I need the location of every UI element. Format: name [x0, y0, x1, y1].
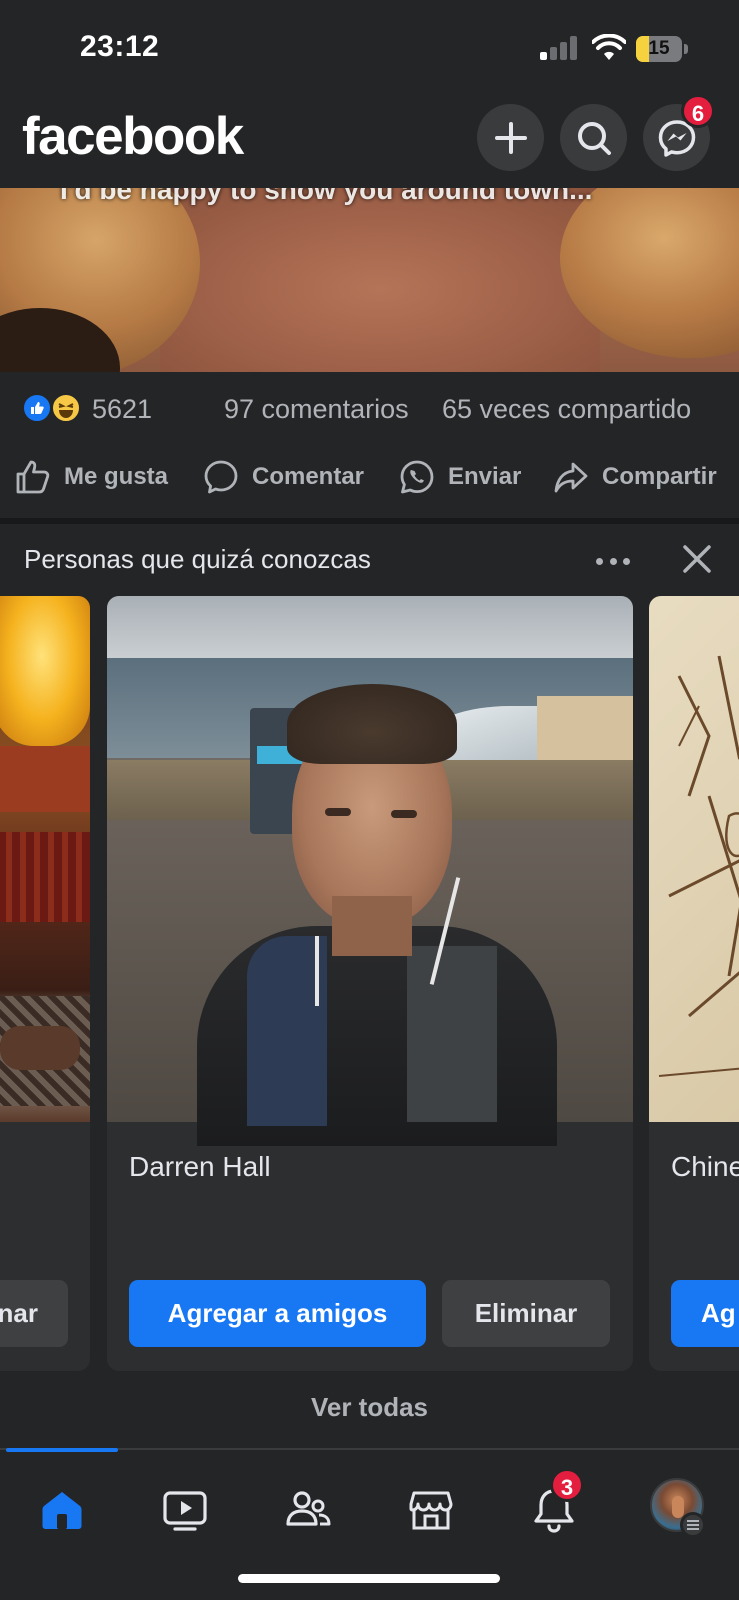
post-actions: Me gusta Comentar Enviar Compartir — [0, 438, 739, 518]
haha-reaction-icon[interactable] — [51, 393, 81, 423]
pymk-card-right[interactable]: Chine Ag — [649, 596, 739, 1371]
send-label: Enviar — [448, 463, 522, 490]
shares-count[interactable]: 65 veces compartido — [442, 394, 691, 425]
search-icon — [577, 121, 611, 155]
home-icon — [42, 1492, 82, 1529]
plus-icon — [494, 121, 527, 154]
feed-divider — [0, 518, 739, 524]
battery-icon: 15 — [636, 36, 688, 62]
add-friend-button-right[interactable]: Ag — [671, 1280, 739, 1347]
create-button[interactable] — [477, 104, 544, 171]
facebook-logo[interactable]: facebook — [22, 106, 244, 167]
battery-level: 15 — [648, 38, 670, 59]
post-image-caption: I'd be happy to show you around town... — [60, 188, 593, 205]
comment-button[interactable]: Comentar — [202, 456, 364, 498]
status-time: 23:12 — [80, 30, 160, 63]
messenger-button[interactable]: 6 — [643, 94, 715, 171]
sketch-image — [658, 655, 739, 1077]
pymk-card[interactable]: Darren Hall Agregar a amigos Eliminar — [107, 596, 633, 1371]
video-icon — [163, 1491, 207, 1531]
send-button[interactable]: Enviar — [398, 456, 521, 498]
comment-icon — [204, 460, 238, 494]
see-all-link[interactable]: Ver todas — [0, 1392, 739, 1423]
comments-count[interactable]: 97 comentarios — [224, 394, 409, 425]
notifications-badge: 3 — [550, 1468, 584, 1502]
friends-icon — [286, 1491, 331, 1526]
cellular-signal-icon — [540, 36, 580, 60]
pymk-left-remove-button[interactable]: nar — [0, 1280, 68, 1347]
tab-friends[interactable] — [278, 1480, 338, 1540]
like-icon — [16, 460, 50, 494]
pymk-card-right-photo[interactable] — [649, 596, 739, 1122]
wifi-icon — [592, 34, 626, 60]
tab-marketplace[interactable] — [401, 1480, 461, 1540]
share-label: Compartir — [602, 463, 717, 490]
pymk-profile-photo[interactable] — [107, 596, 633, 1146]
search-button[interactable] — [560, 104, 627, 171]
pymk-card-left[interactable]: nar — [0, 596, 90, 1371]
messenger-badge: 6 — [681, 94, 715, 128]
reactions-count[interactable]: 5621 — [92, 394, 152, 425]
more-options-icon[interactable] — [596, 546, 630, 576]
remove-button[interactable]: Eliminar — [442, 1280, 610, 1347]
pymk-card-left-photo[interactable] — [0, 596, 90, 1122]
tab-notifications[interactable]: 3 — [524, 1468, 584, 1540]
post-image[interactable]: I'd be happy to show you around town... — [0, 188, 739, 372]
whatsapp-icon — [400, 460, 434, 494]
like-reaction-icon[interactable] — [22, 393, 52, 423]
like-label: Me gusta — [64, 463, 169, 490]
like-button[interactable]: Me gusta — [14, 456, 168, 498]
status-bar: 23:12 15 — [0, 0, 739, 96]
active-tab-indicator — [6, 1448, 118, 1452]
home-indicator — [238, 1574, 500, 1583]
close-icon[interactable] — [680, 542, 714, 576]
reactions-summary: 5621 97 comentarios 65 veces compartido — [0, 372, 739, 438]
pymk-name-right[interactable]: Chine — [671, 1151, 739, 1183]
share-icon — [554, 462, 588, 493]
share-button[interactable]: Compartir — [552, 456, 717, 498]
bottom-nav: 3 — [0, 1448, 739, 1600]
marketplace-icon — [409, 1491, 453, 1530]
tab-video[interactable] — [155, 1480, 215, 1540]
app-header: facebook 6 — [0, 94, 739, 188]
add-friend-button[interactable]: Agregar a amigos — [129, 1280, 426, 1347]
tab-home[interactable] — [32, 1480, 92, 1540]
menu-icon[interactable] — [680, 1512, 706, 1538]
pymk-name[interactable]: Darren Hall — [129, 1151, 271, 1183]
comment-label: Comentar — [252, 463, 365, 490]
pymk-title: Personas que quizá conozcas — [24, 544, 371, 574]
